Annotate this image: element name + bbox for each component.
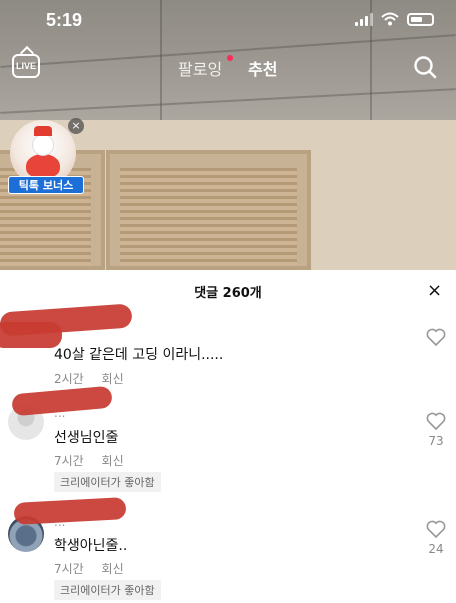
comment-username[interactable]: ... [54, 406, 65, 420]
comment-time: 7시간 [54, 454, 84, 468]
comments-title: 댓글 260개 [194, 286, 262, 301]
battery-icon [407, 12, 434, 26]
reply-button[interactable]: 회신 [102, 454, 124, 468]
comment-meta: 2시간 회신 [54, 370, 138, 387]
live-icon[interactable]: LIVE [12, 54, 40, 78]
like-button[interactable]: 24 [425, 520, 447, 556]
creator-liked-badge: 크리에이터가 좋아함 [54, 472, 161, 492]
notification-dot [227, 55, 233, 61]
cellular-signal-icon [355, 12, 373, 26]
bonus-badge[interactable]: × 틱톡 보너스 [6, 116, 84, 196]
heart-icon [426, 328, 446, 346]
redaction-mark [13, 497, 127, 525]
like-count: 73 [428, 434, 444, 448]
cabinet-right [106, 150, 311, 270]
snowman-head [32, 134, 54, 156]
bonus-label: 틱톡 보너스 [8, 176, 84, 194]
comment-text: 학생아닌줄.. [54, 538, 128, 554]
reply-button[interactable]: 회신 [102, 372, 124, 386]
like-button[interactable] [425, 328, 447, 346]
redaction-mark [0, 322, 62, 348]
live-label: LIVE [15, 61, 36, 71]
tab-following[interactable]: 팔로잉 [178, 56, 222, 80]
like-count: 24 [428, 542, 444, 556]
comment-meta: 7시간 회신 [54, 452, 138, 469]
ceiling-seam [0, 34, 456, 68]
ceiling-seam [160, 0, 162, 120]
close-icon[interactable]: × [427, 282, 442, 300]
comments-sheet: 댓글 260개 × 40살 같은데 고딩 이라니..... 2시간 회신 ...… [0, 270, 456, 603]
creator-liked-badge: 크리에이터가 좋아함 [54, 580, 161, 600]
ceiling-seam [0, 88, 456, 114]
comment-meta: 7시간 회신 [54, 560, 138, 577]
snowman-body [26, 154, 60, 178]
heart-icon [426, 520, 446, 538]
comment-username[interactable]: ... [54, 515, 65, 529]
search-icon[interactable] [413, 55, 437, 79]
comment-time: 2시간 [54, 372, 84, 386]
tab-for-you[interactable]: 추천 [248, 56, 277, 80]
comment-text: 선생님인줄 [54, 430, 119, 446]
like-button[interactable]: 73 [425, 412, 447, 448]
bonus-close-icon[interactable]: × [68, 118, 84, 134]
snowman-hat [34, 126, 52, 136]
heart-icon [426, 412, 446, 430]
comment-text: 40살 같은데 고딩 이라니..... [54, 347, 224, 363]
wifi-icon [381, 12, 399, 26]
status-icons [355, 12, 434, 26]
status-time: 5:19 [46, 10, 83, 30]
comment-time: 7시간 [54, 562, 84, 576]
reply-button[interactable]: 회신 [102, 562, 124, 576]
